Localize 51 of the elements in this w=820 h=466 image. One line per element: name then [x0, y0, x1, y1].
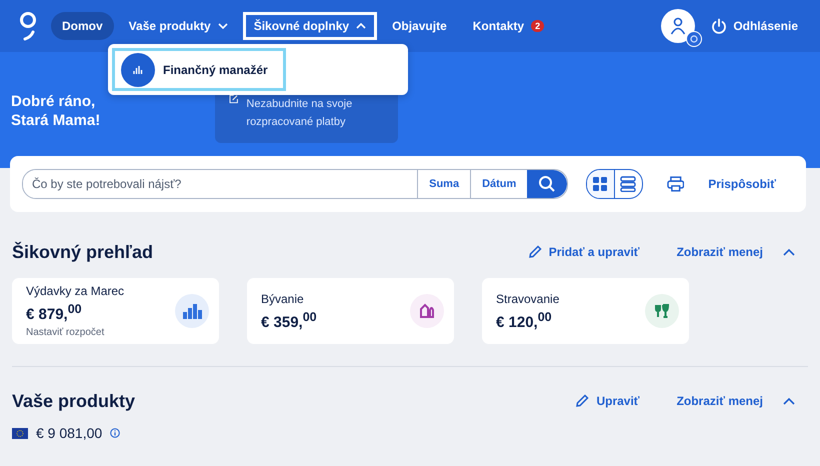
- show-less-button[interactable]: Zobraziť menej: [676, 394, 763, 408]
- summary-card[interactable]: Bývanie € 359,$^{00}$: [247, 278, 454, 344]
- chart-icon: [121, 52, 155, 86]
- card-amount: € 879,$^{00}$: [26, 302, 83, 323]
- avatar[interactable]: [661, 9, 696, 43]
- show-less-button[interactable]: Zobraziť menej: [676, 245, 763, 259]
- search-button[interactable]: [527, 170, 568, 198]
- section-title: Šikovný prehľad: [12, 242, 153, 262]
- nav-item[interactable]: Objavujte: [381, 12, 458, 40]
- reminder-text: Nezabudnite na svoje rozpracované platby: [246, 97, 354, 130]
- card-title: Bývanie: [261, 292, 305, 306]
- section-title: Vaše produkty: [12, 390, 136, 412]
- settings-icon[interactable]: [686, 31, 702, 47]
- nav-item[interactable]: Kontakty 2: [462, 12, 556, 40]
- add-edit-button[interactable]: Pridať a upraviť: [528, 245, 640, 259]
- edit-button[interactable]: Upraviť: [575, 394, 640, 408]
- chevron-icon: [218, 23, 228, 29]
- logo-icon[interactable]: [18, 11, 38, 41]
- card-amount: € 120,$^{00}$: [496, 310, 553, 330]
- customize-button[interactable]: Prispôsobiť: [708, 177, 776, 191]
- power-icon: [711, 18, 728, 34]
- card-title: Výdavky za Marec: [26, 284, 124, 298]
- balance-amount: € 9 081,00: [36, 425, 102, 441]
- eu-flag-icon: [12, 428, 28, 438]
- nav-item[interactable]: Vaše produkty: [118, 12, 239, 40]
- logout-button[interactable]: Odhlásenie: [711, 18, 798, 34]
- grid-icon: [592, 176, 608, 192]
- greeting: Stará Mama!: [11, 111, 102, 130]
- summary-card[interactable]: Stravovanie € 120,$^{00}$: [482, 278, 689, 344]
- list-icon: [620, 176, 636, 192]
- info-icon[interactable]: [110, 428, 120, 438]
- search-field[interactable]: Čo by ste potrebovali nájsť? Suma Dátum: [22, 169, 568, 199]
- nav-item[interactable]: Šikovné doplnky: [242, 12, 378, 40]
- greeting: Dobré ráno,: [11, 92, 96, 111]
- print-icon[interactable]: [666, 176, 684, 192]
- budget-link[interactable]: Nastaviť rozpočet: [26, 327, 124, 338]
- pencil-icon: [575, 394, 590, 408]
- notification-badge: 2: [531, 20, 544, 32]
- person-icon: [670, 17, 686, 35]
- caret-icon[interactable]: [783, 248, 795, 256]
- caret-icon[interactable]: [783, 397, 795, 405]
- filter-button[interactable]: Suma: [417, 170, 470, 198]
- summary-card[interactable]: Výdavky za Marec € 879,$^{00}$ Nastaviť rozpočet: [12, 278, 219, 344]
- card-title: Stravovanie: [496, 292, 560, 306]
- grid-view-button[interactable]: [587, 170, 615, 198]
- menu-item[interactable]: Finančný manažér: [112, 48, 286, 91]
- card-amount: € 359,$^{00}$: [261, 310, 317, 330]
- search-icon: [538, 175, 556, 193]
- nav-item[interactable]: Domov: [51, 12, 114, 40]
- chevron-icon: [356, 23, 366, 29]
- pencil-icon: [528, 245, 542, 259]
